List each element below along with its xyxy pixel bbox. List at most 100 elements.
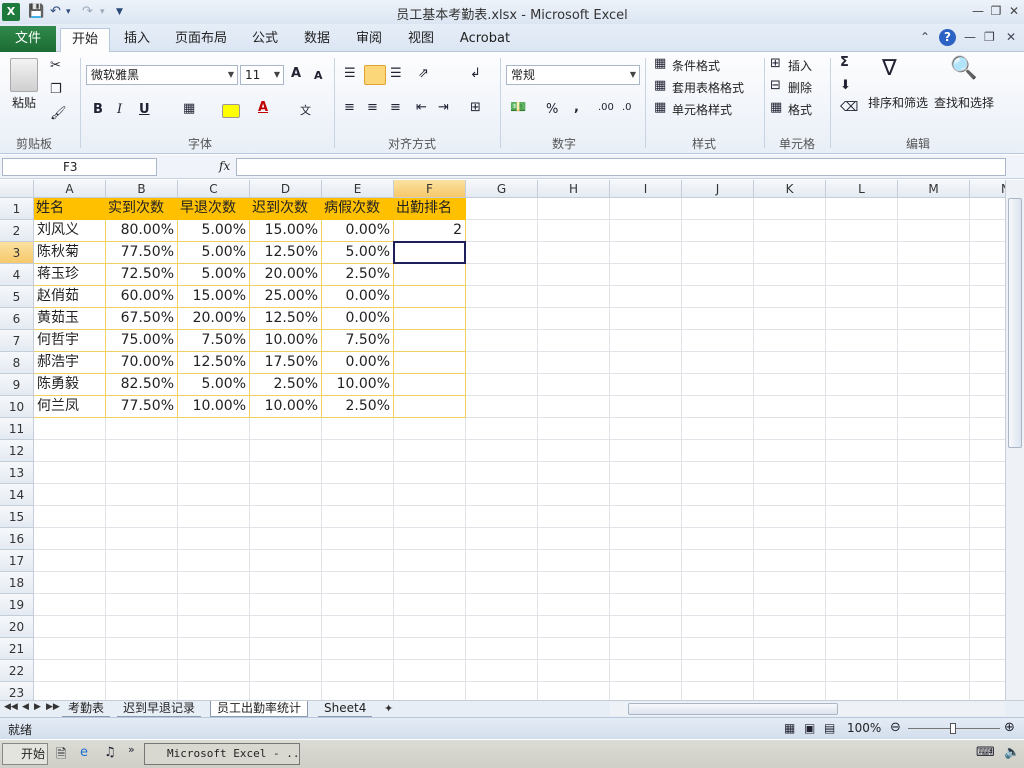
cell-m16[interactable] [898, 528, 970, 550]
cell-f18[interactable] [394, 572, 466, 594]
cell-i14[interactable] [610, 484, 682, 506]
cell-j3[interactable] [682, 242, 754, 264]
cell-c23[interactable] [178, 682, 250, 700]
cell-j13[interactable] [682, 462, 754, 484]
cell-h13[interactable] [538, 462, 610, 484]
column-header-e[interactable]: E [322, 180, 394, 198]
cell-m7[interactable] [898, 330, 970, 352]
cell-d5[interactable]: 25.00% [250, 286, 322, 308]
cut-icon[interactable]: ✂ [50, 58, 61, 73]
page-break-view-icon[interactable]: ▤ [824, 721, 835, 735]
cell-g4[interactable] [466, 264, 538, 286]
cell-i1[interactable] [610, 198, 682, 220]
row-header-17[interactable]: 17 [0, 550, 34, 572]
paste-button[interactable]: 粘贴 [12, 94, 36, 111]
cell-i16[interactable] [610, 528, 682, 550]
find-select-icon[interactable]: 🔍 [950, 56, 977, 81]
cell-h23[interactable] [538, 682, 610, 700]
cell-k9[interactable] [754, 374, 826, 396]
cell-n21[interactable] [970, 638, 1005, 660]
row-header-7[interactable]: 7 [0, 330, 34, 352]
cell-k18[interactable] [754, 572, 826, 594]
cell-e6[interactable]: 0.00% [322, 308, 394, 330]
cell-c16[interactable] [178, 528, 250, 550]
cell-f6[interactable] [394, 308, 466, 330]
cell-j19[interactable] [682, 594, 754, 616]
cell-b22[interactable] [106, 660, 178, 682]
cell-e14[interactable] [322, 484, 394, 506]
cell-k16[interactable] [754, 528, 826, 550]
zoom-slider-thumb[interactable] [950, 723, 956, 734]
cell-j22[interactable] [682, 660, 754, 682]
cell-k17[interactable] [754, 550, 826, 572]
cell-d7[interactable]: 10.00% [250, 330, 322, 352]
tab-file[interactable]: 文件 [0, 26, 56, 52]
row-header-2[interactable]: 2 [0, 220, 34, 242]
cell-f21[interactable] [394, 638, 466, 660]
clear-icon[interactable]: ⌫ [840, 100, 858, 115]
autosum-button[interactable]: Σ [840, 55, 849, 70]
cell-e13[interactable] [322, 462, 394, 484]
formula-input[interactable] [236, 158, 1006, 176]
phonetic-guide-icon[interactable]: 文 [300, 102, 311, 118]
name-box[interactable]: F3 [2, 158, 157, 176]
cell-n4[interactable] [970, 264, 1005, 286]
cell-d1[interactable]: 迟到次数 [250, 198, 322, 220]
cell-b5[interactable]: 60.00% [106, 286, 178, 308]
cell-l12[interactable] [826, 440, 898, 462]
cell-f2[interactable]: 2 [394, 220, 466, 242]
cell-n19[interactable] [970, 594, 1005, 616]
cell-i6[interactable] [610, 308, 682, 330]
cell-g17[interactable] [466, 550, 538, 572]
cell-a3[interactable]: 陈秋菊 [34, 242, 106, 264]
cell-l16[interactable] [826, 528, 898, 550]
cell-n23[interactable] [970, 682, 1005, 700]
cell-l17[interactable] [826, 550, 898, 572]
cell-g2[interactable] [466, 220, 538, 242]
page-layout-view-icon[interactable]: ▣ [804, 721, 815, 735]
cell-l3[interactable] [826, 242, 898, 264]
cell-b4[interactable]: 72.50% [106, 264, 178, 286]
delete-cells-button[interactable]: 删除 [788, 79, 812, 96]
cell-g1[interactable] [466, 198, 538, 220]
cell-b13[interactable] [106, 462, 178, 484]
cell-k23[interactable] [754, 682, 826, 700]
normal-view-icon[interactable]: ▦ [784, 721, 795, 735]
cell-f14[interactable] [394, 484, 466, 506]
cell-i21[interactable] [610, 638, 682, 660]
media-icon[interactable]: ♫ [104, 745, 116, 760]
start-button[interactable]: 开始 [2, 743, 48, 765]
cell-e1[interactable]: 病假次数 [322, 198, 394, 220]
cell-h6[interactable] [538, 308, 610, 330]
cell-e4[interactable]: 2.50% [322, 264, 394, 286]
row-header-3[interactable]: 3 [0, 242, 34, 264]
cell-d12[interactable] [250, 440, 322, 462]
cell-i7[interactable] [610, 330, 682, 352]
cell-h8[interactable] [538, 352, 610, 374]
cell-a10[interactable]: 何兰凤 [34, 396, 106, 418]
format-cells-icon[interactable]: ▦ [770, 100, 782, 115]
cell-a21[interactable] [34, 638, 106, 660]
cell-g6[interactable] [466, 308, 538, 330]
workbook-minimize-icon[interactable]: — [964, 30, 976, 44]
cell-h3[interactable] [538, 242, 610, 264]
cell-h16[interactable] [538, 528, 610, 550]
cell-e9[interactable]: 10.00% [322, 374, 394, 396]
cell-n6[interactable] [970, 308, 1005, 330]
cell-a23[interactable] [34, 682, 106, 700]
cell-f8[interactable] [394, 352, 466, 374]
cell-g13[interactable] [466, 462, 538, 484]
cell-n13[interactable] [970, 462, 1005, 484]
cell-n3[interactable] [970, 242, 1005, 264]
cell-a6[interactable]: 黄茹玉 [34, 308, 106, 330]
row-header-4[interactable]: 4 [0, 264, 34, 286]
restore-icon[interactable]: ❐ [988, 2, 1004, 20]
cell-n18[interactable] [970, 572, 1005, 594]
row-header-13[interactable]: 13 [0, 462, 34, 484]
cell-g15[interactable] [466, 506, 538, 528]
cell-k12[interactable] [754, 440, 826, 462]
cell-h5[interactable] [538, 286, 610, 308]
cell-k1[interactable] [754, 198, 826, 220]
cell-m15[interactable] [898, 506, 970, 528]
borders-icon[interactable]: ▦ [183, 101, 195, 116]
